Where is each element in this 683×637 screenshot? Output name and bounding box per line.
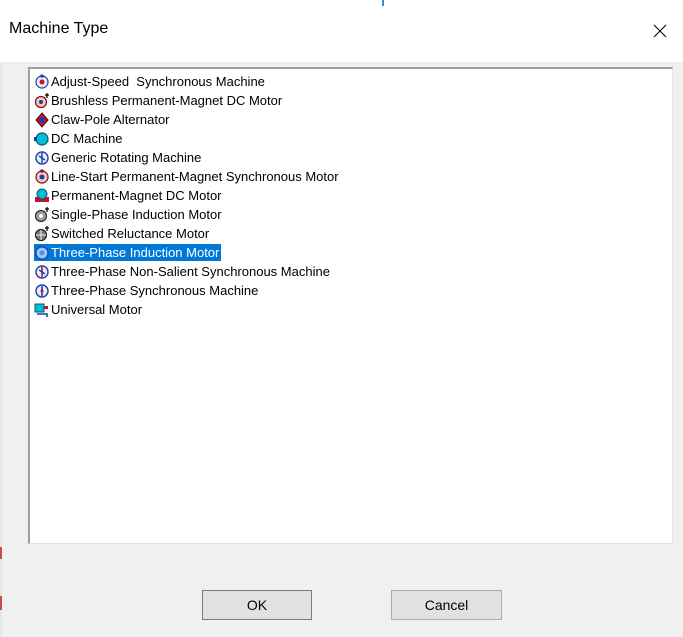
- line-start-motor-icon: [35, 169, 49, 184]
- list-item-icon-wrap: [34, 187, 51, 204]
- list-item[interactable]: Switched Reluctance Motor: [34, 224, 341, 243]
- list-item-label: Three-Phase Synchronous Machine: [51, 283, 259, 298]
- list-item[interactable]: Generic Rotating Machine: [34, 148, 341, 167]
- list-item-icon-wrap: [34, 168, 51, 185]
- list-item[interactable]: Brushless Permanent-Magnet DC Motor: [34, 91, 341, 110]
- list-item[interactable]: Adjust-Speed Synchronous Machine: [34, 72, 341, 91]
- list-item-icon-wrap: [34, 92, 51, 109]
- list-item-icon-wrap: [34, 263, 51, 280]
- list-item-label: Brushless Permanent-Magnet DC Motor: [51, 93, 283, 108]
- list-item[interactable]: DC Machine: [34, 129, 341, 148]
- ok-button[interactable]: OK: [202, 590, 312, 620]
- list-item[interactable]: Three-Phase Synchronous Machine: [34, 281, 341, 300]
- list-item-icon-wrap: [34, 206, 51, 223]
- list-item-icon-wrap: [34, 111, 51, 128]
- list-item-icon-wrap: [34, 73, 51, 90]
- list-item-icon-wrap: [34, 149, 51, 166]
- list-item-label: Three-Phase Non-Salient Synchronous Mach…: [51, 264, 330, 279]
- reluctance-motor-icon: [34, 225, 49, 241]
- list-item[interactable]: Line-Start Permanent-Magnet Synchronous …: [34, 167, 341, 186]
- machine-type-dialog: Machine Type Adjust-Speed Synchronous Ma…: [0, 0, 683, 637]
- list-item[interactable]: Three-Phase Induction Motor: [34, 243, 341, 262]
- list-item-icon-wrap: [34, 225, 51, 242]
- pm-dc-motor-icon: [35, 188, 49, 202]
- universal-motor-icon: [34, 303, 48, 317]
- list-item-label: Line-Start Permanent-Magnet Synchronous …: [51, 169, 339, 184]
- cancel-button[interactable]: Cancel: [391, 590, 502, 620]
- synchronous-machine-icon: [35, 74, 49, 89]
- list-item-icon-wrap: [34, 130, 51, 147]
- list-item-label: DC Machine: [51, 131, 123, 146]
- list-item-label: Single-Phase Induction Motor: [51, 207, 222, 222]
- three-phase-synchronous-icon: [35, 283, 49, 298]
- list-item-label: Generic Rotating Machine: [51, 150, 202, 165]
- three-phase-induction-icon: [35, 245, 49, 260]
- claw-pole-alternator-icon: [35, 111, 49, 128]
- title-bar[interactable]: Machine Type: [0, 0, 683, 63]
- rotating-machine-icon: [35, 150, 49, 165]
- list-item-icon-wrap: [34, 282, 51, 299]
- list-item-icon-wrap: [34, 244, 51, 261]
- list-item[interactable]: Permanent-Magnet DC Motor: [34, 186, 341, 205]
- top-accent: [382, 0, 384, 6]
- window-edge: [0, 0, 2, 637]
- edge-mark: [0, 547, 2, 559]
- list-item-icon-wrap: [34, 301, 51, 318]
- dialog-title: Machine Type: [9, 20, 109, 37]
- list-item-label: Adjust-Speed Synchronous Machine: [51, 74, 265, 89]
- dc-machine-icon: [34, 131, 49, 146]
- close-button[interactable]: [637, 0, 683, 62]
- list-item[interactable]: Claw-Pole Alternator: [34, 110, 341, 129]
- list-item-label: Permanent-Magnet DC Motor: [51, 188, 222, 203]
- list-item[interactable]: Single-Phase Induction Motor: [34, 205, 341, 224]
- list-item-label: Claw-Pole Alternator: [51, 112, 170, 127]
- non-salient-machine-icon: [35, 264, 49, 279]
- single-phase-motor-icon: [34, 206, 49, 222]
- list-item-label: Universal Motor: [51, 302, 143, 317]
- close-icon: [653, 24, 667, 38]
- list-item-label: Switched Reluctance Motor: [51, 226, 210, 241]
- list-item[interactable]: Three-Phase Non-Salient Synchronous Mach…: [34, 262, 341, 281]
- machine-type-list: Adjust-Speed Synchronous Machine Brushles…: [34, 72, 341, 319]
- machine-type-listbox[interactable]: Adjust-Speed Synchronous Machine Brushles…: [28, 67, 673, 544]
- list-item-label: Three-Phase Induction Motor: [51, 244, 222, 261]
- edge-mark: [0, 596, 2, 610]
- brushless-motor-icon: [34, 92, 49, 108]
- list-item[interactable]: Universal Motor: [34, 300, 341, 319]
